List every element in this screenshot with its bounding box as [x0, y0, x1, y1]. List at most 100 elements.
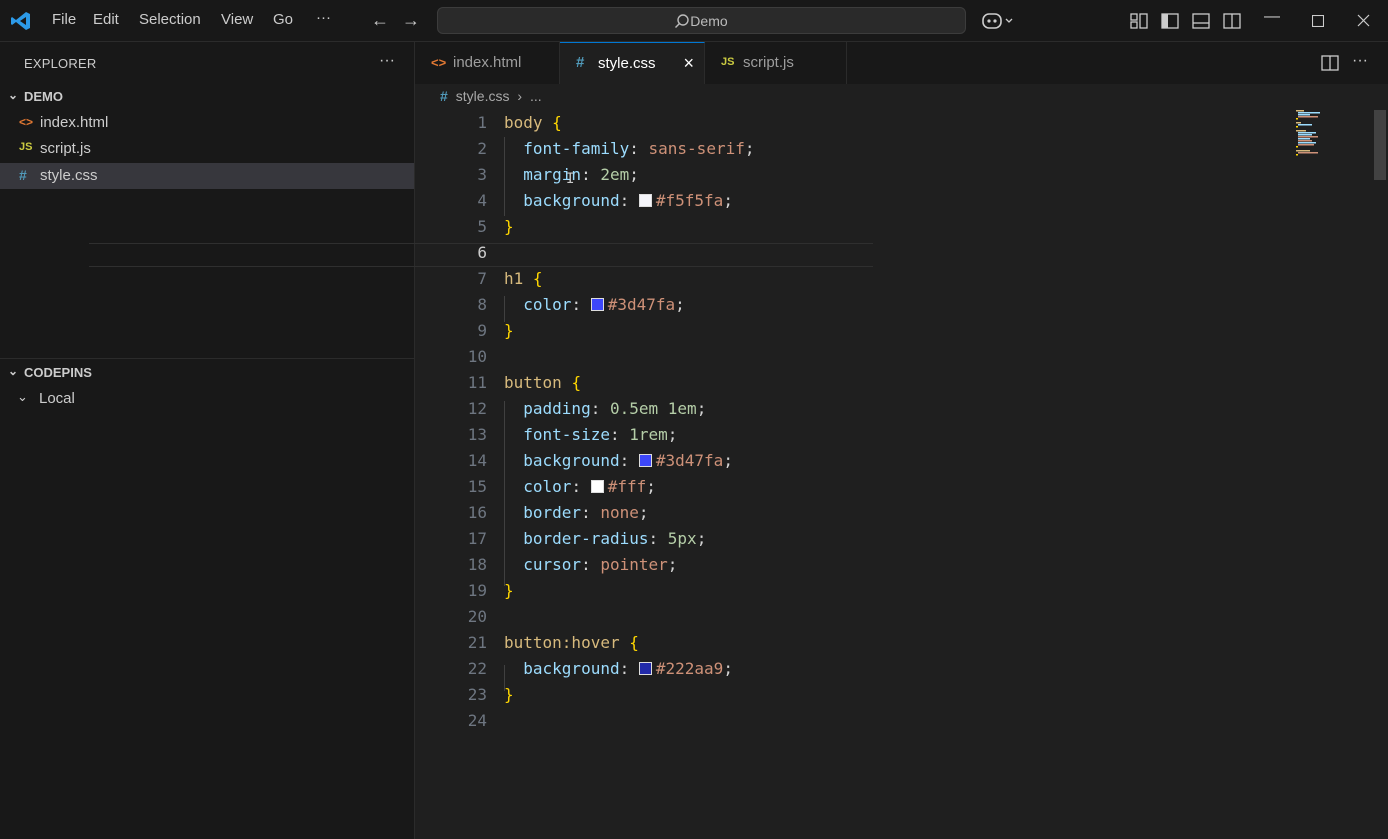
file-name: style.css — [40, 167, 98, 184]
code-line[interactable]: padding: 0.5em 1em; — [504, 399, 706, 418]
js-file-icon: JS — [19, 141, 33, 153]
code-line[interactable]: } — [504, 685, 514, 704]
editor-more-icon[interactable]: ··· — [1352, 52, 1368, 70]
code-line[interactable]: background: #f5f5fa; — [504, 191, 733, 210]
search-icon — [675, 14, 689, 28]
code-line[interactable]: border-radius: 5px; — [504, 529, 706, 548]
code-line[interactable]: font-size: 1rem; — [504, 425, 677, 444]
html-file-icon: <> — [431, 55, 447, 70]
command-center-search[interactable]: Demo — [437, 7, 966, 34]
line-number: 11 — [467, 373, 487, 392]
code-line[interactable]: body { — [504, 113, 562, 132]
code-line[interactable]: color: #fff; — [504, 477, 656, 496]
code-line[interactable]: button:hover { — [504, 633, 639, 652]
tab-label: style.css — [598, 55, 656, 72]
tab-index-html[interactable]: <> index.html — [415, 42, 560, 84]
back-arrow-icon[interactable]: ← — [371, 10, 389, 31]
toggle-panel-icon[interactable] — [1192, 12, 1210, 30]
file-item-index-html[interactable]: <> index.html — [0, 110, 414, 136]
folder-demo-header[interactable]: ⌄ DEMO — [0, 86, 414, 108]
file-item-script-js[interactable]: JS script.js — [0, 136, 414, 162]
code-line[interactable]: border: none; — [504, 503, 648, 522]
line-number: 24 — [467, 711, 487, 730]
code-line[interactable]: font-family: sans-serif; — [504, 139, 754, 158]
color-swatch[interactable] — [590, 480, 604, 493]
tab-script-js[interactable]: JS script.js — [705, 42, 847, 84]
css-file-icon: # — [440, 88, 448, 104]
tab-style-css[interactable]: # style.css × — [560, 42, 705, 84]
line-number: 4 — [477, 191, 487, 210]
js-file-icon: JS — [721, 56, 735, 68]
css-file-icon: # — [19, 167, 27, 183]
code-line[interactable]: } — [504, 217, 514, 236]
customize-layout-icon[interactable] — [1130, 12, 1148, 30]
section-divider — [0, 358, 414, 359]
code-line[interactable]: cursor: pointer; — [504, 555, 677, 574]
menu-file[interactable]: File — [52, 11, 76, 28]
editor-tab-bar: <> index.html # style.css × JS script.js… — [415, 42, 1388, 84]
codepins-header[interactable]: ⌄ CODEPINS — [0, 362, 414, 384]
line-number: 16 — [467, 503, 487, 522]
toggle-primary-sidebar-icon[interactable] — [1161, 12, 1179, 30]
maximize-icon[interactable] — [1312, 15, 1324, 27]
line-number: 1 — [477, 113, 487, 132]
line-number: 13 — [467, 425, 487, 444]
code-line[interactable]: } — [504, 321, 514, 340]
line-number: 23 — [467, 685, 487, 704]
breadcrumb-more[interactable]: ... — [530, 88, 542, 104]
toggle-secondary-sidebar-icon[interactable] — [1223, 12, 1241, 30]
search-text: Demo — [690, 13, 728, 29]
code-line[interactable]: background: #222aa9; — [504, 659, 733, 678]
line-number: 19 — [467, 581, 487, 600]
line-number: 20 — [467, 607, 487, 626]
line-number: 17 — [467, 529, 487, 548]
code-editor[interactable]: 1 body { 2 font-family: sans-serif; 3 mar… — [415, 110, 1285, 839]
breadcrumb-file[interactable]: style.css — [456, 88, 510, 104]
color-swatch[interactable] — [638, 194, 652, 207]
code-line[interactable]: background: #3d47fa; — [504, 451, 733, 470]
explorer-more-icon[interactable]: ··· — [379, 52, 395, 70]
html-file-icon: <> — [19, 115, 34, 129]
close-window-icon[interactable] — [1357, 14, 1370, 27]
line-number: 14 — [467, 451, 487, 470]
codepins-title: CODEPINS — [24, 365, 92, 380]
line-number: 5 — [477, 217, 487, 236]
code-line[interactable]: button { — [504, 373, 581, 392]
color-swatch[interactable] — [638, 454, 652, 467]
copilot-icon[interactable] — [982, 11, 1016, 31]
line-number: 3 — [477, 165, 487, 184]
line-number: 9 — [477, 321, 487, 340]
line-number: 22 — [467, 659, 487, 678]
title-bar: File Edit Selection View Go ··· ← → Demo… — [0, 0, 1388, 42]
chevron-right-icon: › — [517, 88, 523, 104]
vertical-scrollbar[interactable] — [1374, 108, 1388, 839]
tab-label: script.js — [743, 54, 794, 71]
more-menu-icon[interactable]: ··· — [316, 9, 331, 26]
text-cursor-icon: I — [566, 171, 575, 187]
color-swatch[interactable] — [590, 298, 604, 311]
menu-view[interactable]: View — [221, 11, 253, 28]
explorer-sidebar: EXPLORER ··· ⌄ DEMO <> index.html JS scr… — [0, 42, 415, 839]
menu-go[interactable]: Go — [273, 11, 293, 28]
code-line[interactable]: color: #3d47fa; — [504, 295, 685, 314]
split-editor-icon[interactable] — [1321, 54, 1339, 72]
minimap[interactable] — [1291, 108, 1371, 168]
file-item-style-css[interactable]: # style.css — [0, 163, 414, 189]
close-tab-icon[interactable]: × — [683, 53, 694, 74]
menu-edit[interactable]: Edit — [93, 11, 119, 28]
minimize-icon[interactable]: — — [1264, 8, 1280, 26]
css-file-icon: # — [576, 54, 585, 71]
codepins-local-item[interactable]: ⌄ Local — [0, 386, 414, 412]
color-swatch[interactable] — [638, 662, 652, 675]
forward-arrow-icon[interactable]: → — [402, 10, 420, 31]
line-number: 6 — [477, 243, 487, 262]
folder-name: DEMO — [24, 89, 63, 104]
code-line[interactable]: } — [504, 581, 514, 600]
code-line[interactable]: h1 { — [504, 269, 543, 288]
explorer-title: EXPLORER — [24, 56, 97, 71]
scrollbar-thumb[interactable] — [1374, 110, 1386, 180]
tab-label: index.html — [453, 54, 522, 71]
line-number: 15 — [467, 477, 487, 496]
menu-selection[interactable]: Selection — [139, 11, 201, 28]
file-name: script.js — [40, 140, 91, 157]
